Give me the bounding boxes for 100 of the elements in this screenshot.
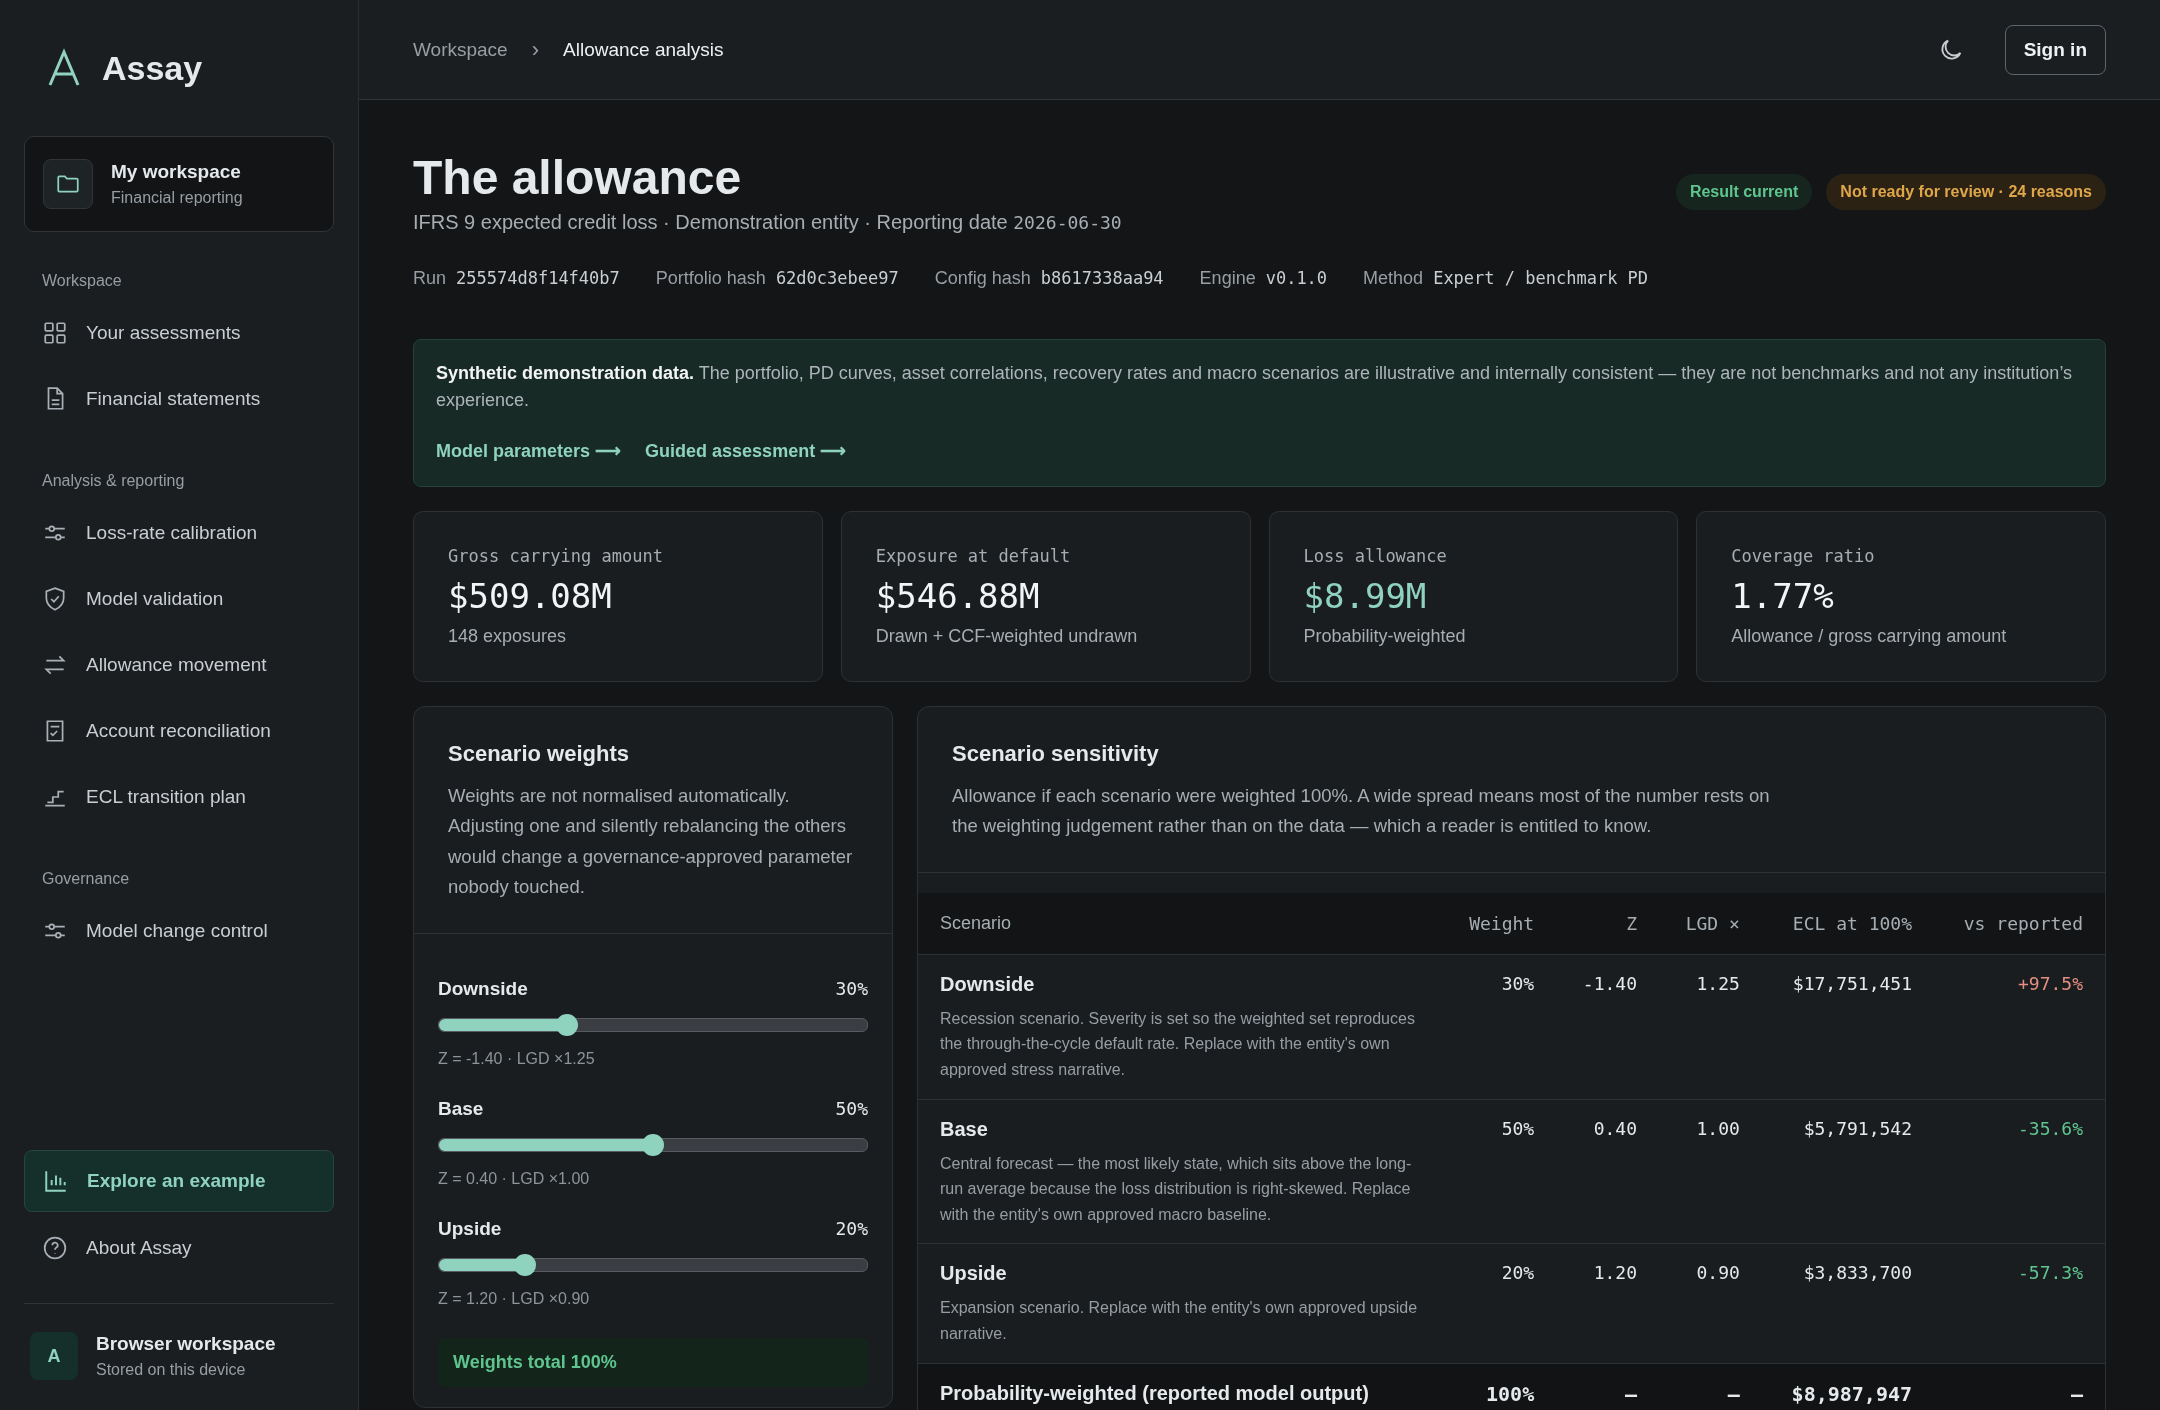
meta-label: Config hash xyxy=(934,267,1031,289)
avatar: A xyxy=(30,1332,78,1380)
slider-reading: 20% xyxy=(835,1217,868,1240)
table-cell: -1.40 xyxy=(1556,954,1659,1100)
meta-value: 255574d8f14f40b7 xyxy=(456,267,620,288)
metric-value: $8.99M xyxy=(1303,575,1428,616)
slider-detail: Z = -1.40 · LGD ×1.25 xyxy=(438,1049,596,1068)
column-header: Weight xyxy=(1442,892,1557,955)
scenario-name: Upside xyxy=(940,1262,1008,1286)
meta-value: v0.1.0 xyxy=(1265,267,1328,288)
slider-label: Base xyxy=(438,1097,484,1120)
explore-example-link[interactable]: Explore an example xyxy=(24,1150,334,1212)
table-cell: $3,833,700 xyxy=(1761,1243,1935,1364)
table-cell: 30% xyxy=(1442,954,1557,1100)
meta-value: b8617338aa94 xyxy=(1040,267,1164,288)
table-cell: – xyxy=(1934,1363,2105,1410)
meta-value: Expert / benchmark PD xyxy=(1433,267,1649,288)
page-subtitle: IFRS 9 expected credit loss · Demonstration entity · Reporting date 2026-06-30 xyxy=(413,210,1122,234)
metric-label: Exposure at default xyxy=(875,545,1072,566)
account-name: Browser workspace xyxy=(96,1333,276,1355)
nav-item[interactable]: Financial statements xyxy=(24,366,334,432)
panel-title: Scenario sensitivity xyxy=(952,740,1160,767)
slider-detail: Z = 1.20 · LGD ×0.90 xyxy=(438,1289,591,1308)
slider-label: Upside xyxy=(438,1217,502,1240)
slider-reading: 50% xyxy=(835,1097,868,1120)
workspace-switcher[interactable]: My workspace Financial reporting xyxy=(24,136,334,232)
metric-detail: 148 exposures xyxy=(448,625,568,647)
column-header: Z xyxy=(1556,892,1659,955)
table-cell: – xyxy=(1556,1363,1659,1410)
workspace-subtitle: Financial reporting xyxy=(111,189,243,207)
slider-reading: 30% xyxy=(835,977,868,1000)
breadcrumb-link[interactable]: Allowance analysis xyxy=(563,38,724,61)
table-cell: $5,791,542 xyxy=(1761,1099,1935,1244)
metric-value: $509.08M xyxy=(448,575,613,616)
table-cell: 100% xyxy=(1442,1363,1557,1410)
meta-label: Method xyxy=(1363,267,1424,289)
slider-detail: Z = 0.40 · LGD ×1.00 xyxy=(438,1169,591,1188)
table-cell: 1.20 xyxy=(1556,1243,1659,1364)
page-title: The allowance xyxy=(413,152,743,205)
app-name: Assay xyxy=(102,48,203,88)
metric-label: Loss allowance xyxy=(1303,545,1448,566)
change-value: -35.6% xyxy=(2017,1117,2083,1139)
folder-icon xyxy=(43,159,93,209)
metric-value: $546.88M xyxy=(875,575,1041,616)
column-header: vs reported xyxy=(1934,892,2105,955)
nav-item[interactable]: Account reconciliation xyxy=(24,698,334,764)
scenario-note: Expansion scenario. Replace with the entity's own approved upside narrative. xyxy=(940,1298,1419,1344)
table-cell: 1.00 xyxy=(1659,1099,1762,1244)
nav-heading: Governance xyxy=(42,870,131,888)
table-cell: $17,751,451 xyxy=(1761,954,1935,1100)
slider-label: Downside xyxy=(438,977,528,1000)
nav-item[interactable]: Loss-rate calibration xyxy=(24,500,334,566)
meta-value: 62d0c3ebee97 xyxy=(775,267,899,288)
notice-text: Synthetic demonstration data. The portfolio, PD curves, asset correlations, recovery rates and macro scenarios are illustrative and internally consistent — they are not benchmarks and not any institution’s experience. xyxy=(436,361,2074,412)
notice-link[interactable]: Guided assessment ⟶ xyxy=(645,439,847,462)
nav-heading: Workspace xyxy=(42,272,123,290)
bar-chart-icon xyxy=(43,1168,69,1194)
change-value: +97.5% xyxy=(2017,972,2083,994)
table-cell: $8,987,947 xyxy=(1761,1363,1935,1410)
scenario-note: Recession scenario. Severity is set so the weighted set reproduces the through-the-cycle default rate. Replace with the entity's own approved stress narrative. xyxy=(940,1008,1416,1080)
table-cell: Probability-weighted (reported model output) xyxy=(918,1363,1442,1410)
help-icon xyxy=(42,1235,68,1261)
account-detail: Stored on this device xyxy=(96,1361,247,1379)
panel-description: Allowance if each scenario were weighted 100%. A wide spread means most of the number rests on the weighting judgement rather than on the data — which a reader is entitled to know. xyxy=(952,783,1771,839)
table-cell: 0.90 xyxy=(1659,1243,1762,1364)
metric-label: Gross carrying amount xyxy=(448,545,664,566)
nav-item[interactable]: Allowance movement xyxy=(24,632,334,698)
nav-item[interactable]: Your assessments xyxy=(24,300,334,366)
status-badge: Not ready for review · 24 reasons xyxy=(1826,174,2106,210)
nav-item[interactable]: Model validation xyxy=(24,566,334,632)
nav-heading: Analysis & reporting xyxy=(42,472,186,490)
breadcrumb-separator: › xyxy=(531,36,539,63)
table-cell: – xyxy=(1659,1363,1762,1410)
table-cell: 20% xyxy=(1442,1243,1557,1364)
metric-detail: Probability-weighted xyxy=(1303,625,1467,647)
scenario-name: Base xyxy=(940,1117,989,1141)
about-link[interactable]: About Assay xyxy=(24,1215,334,1281)
scenario-name: Downside xyxy=(940,972,1036,996)
shield-icon xyxy=(42,586,68,612)
status-badge: Result current xyxy=(1675,174,1813,210)
change-value: -57.3% xyxy=(2017,1262,2083,1284)
panel-description: Weights are not normalised automatically. Adjusting one and silently rebalancing the others would change a governance-approved parameter nobody touched. xyxy=(448,783,854,900)
meta-label: Engine xyxy=(1199,267,1256,289)
panel-title: Scenario weights xyxy=(448,740,630,767)
nav-item[interactable]: ECL transition plan xyxy=(24,764,334,830)
notice-link[interactable]: Model parameters ⟶ xyxy=(436,439,622,462)
workspace-name: My workspace xyxy=(111,161,242,183)
breadcrumb-link[interactable]: Workspace xyxy=(413,38,508,61)
weights-total: Weights total 100% xyxy=(438,1337,868,1387)
metric-label: Coverage ratio xyxy=(1731,545,1876,566)
metric-value: 1.77% xyxy=(1731,575,1835,616)
meta-label: Run xyxy=(413,267,447,289)
nav-item[interactable]: Model change control xyxy=(24,898,334,964)
table-cell: 50% xyxy=(1442,1099,1557,1244)
scenario-note: Central forecast — the most likely state, which sits above the long-run average because the loss distribution is right-skewed. Replace with the entity's own approved macro baseline. xyxy=(940,1153,1413,1225)
table-cell: 0.40 xyxy=(1556,1099,1659,1244)
table-cell: 1.25 xyxy=(1659,954,1762,1100)
metric-detail: Drawn + CCF-weighted undrawn xyxy=(875,625,1139,647)
column-header: LGD × xyxy=(1659,892,1762,955)
sign-in-button[interactable]: Sign in xyxy=(2004,24,2106,75)
